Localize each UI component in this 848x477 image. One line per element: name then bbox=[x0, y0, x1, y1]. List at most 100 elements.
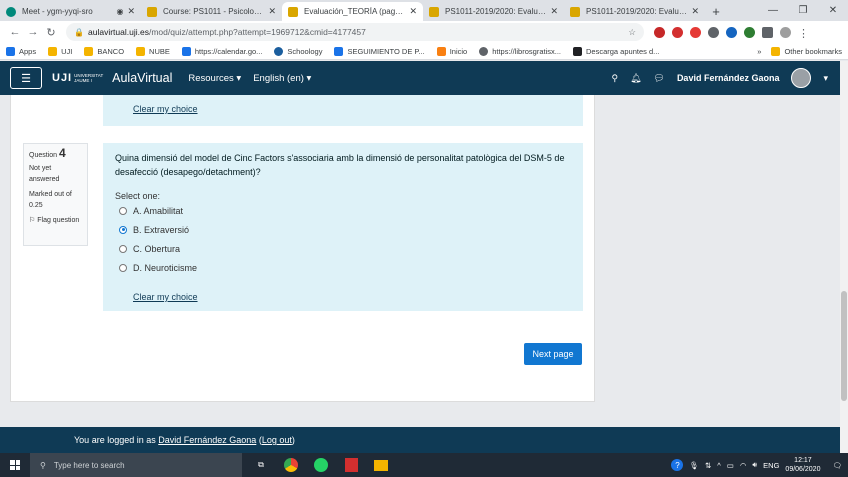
navbar-right: ⚲ 🔔︎ 💬︎ David Fernández Gaona ▾ bbox=[611, 68, 828, 88]
moodle-icon bbox=[147, 6, 157, 17]
extension-icon[interactable] bbox=[654, 26, 665, 38]
language-indicator[interactable]: ENG bbox=[763, 461, 779, 470]
bookmark-label: SEGUIMIENTO DE P... bbox=[347, 46, 425, 56]
question-number: Question 4 bbox=[29, 147, 82, 161]
caret-up-icon[interactable]: ^ bbox=[717, 461, 721, 470]
new-tab-button[interactable]: + bbox=[705, 2, 727, 21]
next-page-button[interactable]: Next page bbox=[524, 343, 582, 365]
bookmark-label: Apps bbox=[19, 46, 37, 56]
hamburger-menu-icon[interactable]: ☰ bbox=[10, 67, 42, 89]
forward-icon[interactable]: → bbox=[24, 26, 42, 38]
browser-tab-active[interactable]: Evaluación_TEORÍA (page 1 of ✕ bbox=[282, 2, 423, 21]
bookmark-folder[interactable]: NUBE bbox=[136, 46, 170, 56]
scrollbar-thumb[interactable] bbox=[841, 291, 847, 401]
clear-choice-link[interactable]: Clear my choice bbox=[133, 292, 198, 302]
whatsapp-icon[interactable] bbox=[310, 454, 332, 476]
notifications-icon[interactable]: 🗨︎ bbox=[832, 461, 842, 470]
user-name[interactable]: David Fernández Gaona bbox=[677, 73, 780, 83]
browser-tab[interactable]: Course: PS1011 - Psicologia de ✕ bbox=[141, 2, 282, 21]
answer-option[interactable]: C. Obertura bbox=[115, 239, 571, 258]
answer-option[interactable]: A. Amabilitat bbox=[115, 201, 571, 220]
tray-app-icon[interactable]: ⇅ bbox=[705, 461, 711, 470]
search-icon[interactable]: ⚲ bbox=[611, 73, 618, 84]
star-icon[interactable]: ☆ bbox=[628, 27, 636, 38]
bell-icon[interactable]: 🔔︎ bbox=[630, 73, 641, 84]
chrome-icon[interactable] bbox=[280, 454, 302, 476]
bookmark-folder[interactable]: BANCO bbox=[84, 46, 124, 56]
page-scrollbar[interactable] bbox=[840, 61, 848, 453]
close-tab-icon[interactable]: ✕ bbox=[550, 6, 558, 17]
start-button[interactable] bbox=[0, 453, 30, 477]
restore-icon[interactable]: ❐ bbox=[788, 0, 818, 21]
cast-icon[interactable] bbox=[762, 26, 773, 38]
menu-dots-icon[interactable]: ⋮ bbox=[798, 27, 809, 40]
close-tab-icon[interactable]: ✕ bbox=[268, 6, 276, 17]
radio-button-checked[interactable] bbox=[119, 225, 127, 234]
profile-icon[interactable] bbox=[780, 26, 791, 38]
answer-option[interactable]: D. Neuroticisme bbox=[115, 258, 571, 277]
bookmark-link[interactable]: Inicio bbox=[436, 46, 467, 56]
radio-button[interactable] bbox=[119, 244, 127, 253]
avatar[interactable] bbox=[791, 68, 812, 88]
bookmark-link[interactable]: SEGUIMIENTO DE P... bbox=[334, 46, 425, 56]
bookmark-apps[interactable]: Apps bbox=[6, 46, 37, 56]
network-icon[interactable]: ▭ bbox=[727, 461, 734, 470]
close-tab-icon[interactable]: ✕ bbox=[691, 6, 699, 17]
microphone-icon[interactable]: 🎙︎ bbox=[689, 461, 699, 470]
option-label[interactable]: C. Obertura bbox=[133, 244, 180, 254]
footer-user-link[interactable]: David Fernández Gaona bbox=[158, 435, 256, 445]
extension-icon[interactable] bbox=[708, 26, 719, 38]
browser-tab[interactable]: Meet - ygm-yyqi-sro ◉ ✕ bbox=[0, 2, 141, 21]
extension-icon[interactable] bbox=[672, 26, 683, 38]
bookmark-link[interactable]: https://librosgratisx... bbox=[479, 46, 561, 56]
tab-title: Evaluación_TEORÍA (page 1 of bbox=[304, 7, 406, 16]
browser-tab[interactable]: PS1011-2019/2020: Evaluación ✕ bbox=[423, 2, 564, 21]
minimize-icon[interactable]: — bbox=[758, 0, 788, 21]
address-bar[interactable]: 🔒 aulavirtual.uji.es/mod/quiz/attempt.ph… bbox=[66, 23, 644, 41]
chat-icon[interactable]: 💬︎ bbox=[654, 73, 665, 84]
volume-icon[interactable]: 🔊︎ bbox=[752, 460, 757, 470]
flag-question[interactable]: ⚐ Flag question bbox=[29, 215, 82, 226]
extension-icon[interactable] bbox=[726, 26, 737, 38]
more-bookmarks-icon[interactable]: » bbox=[757, 47, 761, 56]
extension-icon[interactable] bbox=[690, 26, 701, 38]
browser-toolbar: ← → ↻ 🔒 aulavirtual.uji.es/mod/quiz/atte… bbox=[0, 21, 848, 43]
wifi-icon[interactable]: ◠ bbox=[740, 461, 747, 470]
acrobat-icon[interactable] bbox=[340, 454, 362, 476]
site-name[interactable]: AulaVirtual bbox=[112, 71, 172, 85]
close-window-icon[interactable]: ✕ bbox=[818, 0, 848, 21]
option-label[interactable]: A. Amabilitat bbox=[133, 206, 183, 216]
answer-option[interactable]: B. Extraversió bbox=[115, 220, 571, 239]
option-label[interactable]: D. Neuroticisme bbox=[133, 263, 197, 273]
bookmark-link[interactable]: Schoology bbox=[274, 46, 322, 56]
bookmark-link[interactable]: Descarga apuntes d... bbox=[573, 46, 659, 56]
task-view-icon[interactable]: ⧉ bbox=[250, 454, 272, 476]
file-explorer-icon[interactable] bbox=[370, 454, 392, 476]
help-icon[interactable]: ? bbox=[671, 459, 684, 471]
other-bookmarks[interactable]: Other bookmarks bbox=[771, 46, 842, 56]
option-label[interactable]: B. Extraversió bbox=[133, 225, 189, 235]
resources-menu[interactable]: Resources ▾ bbox=[188, 73, 241, 84]
caret-down-icon[interactable]: ▾ bbox=[823, 73, 828, 84]
browser-tab[interactable]: PS1011-2019/2020: Evaluación ✕ bbox=[564, 2, 705, 21]
bookmark-folder[interactable]: UJI bbox=[48, 46, 72, 56]
close-tab-icon[interactable]: ✕ bbox=[127, 6, 135, 17]
taskbar-search[interactable]: ⚲ Type here to search bbox=[30, 453, 242, 477]
radio-button[interactable] bbox=[119, 206, 127, 215]
extension-icon[interactable] bbox=[744, 26, 755, 38]
apps-grid-icon bbox=[6, 46, 15, 56]
radio-button[interactable] bbox=[119, 263, 127, 272]
url-host: aulavirtual.uji.es bbox=[88, 27, 149, 37]
question-info: Question 4 Not yet answered Marked out o… bbox=[23, 143, 88, 246]
back-icon[interactable]: ← bbox=[6, 26, 24, 38]
clock[interactable]: 12:17 09/06/2020 bbox=[785, 456, 820, 474]
logout-link[interactable]: Log out bbox=[262, 435, 292, 445]
clear-choice-link[interactable]: Clear my choice bbox=[133, 104, 198, 114]
reload-icon[interactable]: ↻ bbox=[42, 26, 60, 39]
language-menu[interactable]: English (en) ▾ bbox=[253, 73, 311, 84]
bookmark-label: https://librosgratisx... bbox=[492, 46, 561, 56]
uji-logo[interactable]: UJI UNIVERSITAT JAUME I bbox=[52, 72, 103, 84]
bookmark-link[interactable]: https://calendar.go... bbox=[181, 46, 262, 56]
search-placeholder: Type here to search bbox=[53, 460, 125, 470]
close-tab-icon[interactable]: ✕ bbox=[409, 6, 417, 17]
